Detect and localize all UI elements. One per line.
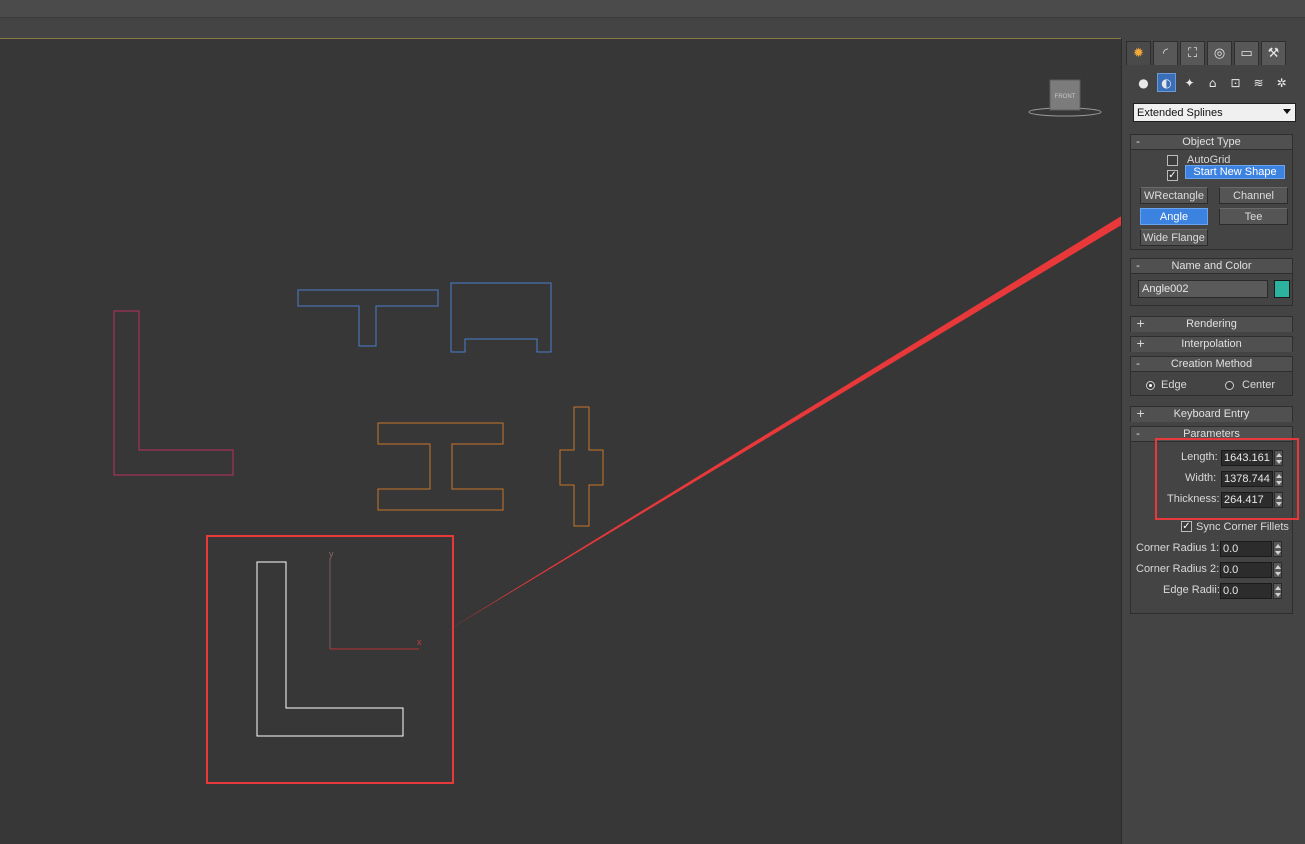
collapse-icon: - xyxy=(1136,357,1140,370)
object-type-title: Object Type xyxy=(1182,136,1241,148)
systems-icon[interactable]: ✲ xyxy=(1272,73,1291,92)
lights-icon[interactable]: ✦ xyxy=(1180,73,1199,92)
space-warps-icon[interactable]: ≋ xyxy=(1249,73,1268,92)
spinner-arrows-icon[interactable] xyxy=(1273,562,1282,578)
gizmo-y-label: y xyxy=(329,549,334,559)
wrectangle-button[interactable]: WRectangle xyxy=(1140,187,1208,204)
keyboard-entry-title: Keyboard Entry xyxy=(1173,408,1250,420)
collapse-icon: - xyxy=(1136,427,1140,440)
panel-tabs: ✹ ◜ ⛶ ◎ ▭ ⚒ xyxy=(1126,41,1286,65)
collapse-icon: - xyxy=(1136,259,1140,272)
annotation-arrow xyxy=(445,216,1121,632)
expand-icon: + xyxy=(1136,407,1146,420)
interpolation-title: Interpolation xyxy=(1181,338,1242,350)
rendering-rollout: + Rendering xyxy=(1130,316,1293,332)
expand-icon: + xyxy=(1136,337,1146,350)
keyboard-entry-rollout: + Keyboard Entry xyxy=(1130,406,1293,422)
tab-hierarchy[interactable]: ⛶ xyxy=(1180,41,1205,65)
corner-radius-2-label: Corner Radius 2: xyxy=(1136,563,1220,575)
top-toolbar xyxy=(0,0,1305,18)
center-radio[interactable] xyxy=(1225,381,1234,390)
rendering-title: Rendering xyxy=(1186,318,1237,330)
cross-shape[interactable] xyxy=(559,406,604,527)
command-panel: ✹ ◜ ⛶ ◎ ▭ ⚒ ● ◐ ✦ ⌂ ⊡ ≋ ✲ Extended Splin… xyxy=(1121,38,1305,844)
spinner-arrows-icon[interactable] xyxy=(1273,583,1282,599)
channel-button[interactable]: Channel xyxy=(1219,187,1288,204)
tab-motion[interactable]: ◎ xyxy=(1207,41,1232,65)
utilities-icon: ⚒ xyxy=(1267,46,1280,61)
corner-radius-1-label: Corner Radius 1: xyxy=(1136,542,1220,554)
front-viewport[interactable]: FRONT y x xyxy=(0,38,1121,844)
creation-method-header[interactable]: - Creation Method xyxy=(1131,357,1292,372)
collapse-icon: - xyxy=(1136,135,1140,148)
cameras-icon[interactable]: ⌂ xyxy=(1203,73,1222,92)
start-new-shape-button[interactable]: Start New Shape xyxy=(1185,165,1285,179)
shapes-icon[interactable]: ◐ xyxy=(1157,73,1176,92)
interpolation-rollout: + Interpolation xyxy=(1130,336,1293,352)
parameters-rollout: - Parameters Length: 1643.161 Width: 137… xyxy=(1130,426,1299,614)
object-type-rollout: - Object Type AutoGrid ✓ Start New Shape… xyxy=(1130,134,1293,250)
viewcube-label: FRONT xyxy=(1055,94,1076,100)
expand-icon: + xyxy=(1136,317,1146,330)
toolbar-gap xyxy=(0,18,1305,38)
keyboard-entry-header[interactable]: + Keyboard Entry xyxy=(1131,407,1292,422)
tab-display[interactable]: ▭ xyxy=(1234,41,1259,65)
tee-button[interactable]: Tee xyxy=(1219,208,1288,225)
channel-shape[interactable] xyxy=(450,282,552,353)
modify-icon: ◜ xyxy=(1162,46,1169,61)
corner-radius-1-value[interactable]: 0.0 xyxy=(1220,541,1272,557)
annotation-arrow-shaft xyxy=(445,216,1121,632)
name-and-color-title: Name and Color xyxy=(1171,260,1252,272)
edge-radii-label: Edge Radii: xyxy=(1163,584,1220,596)
edge-radii-value[interactable]: 0.0 xyxy=(1220,583,1272,599)
edge-radio[interactable] xyxy=(1146,381,1155,390)
autogrid-checkbox[interactable] xyxy=(1167,155,1178,166)
wide-flange-button[interactable]: Wide Flange xyxy=(1140,229,1208,246)
hierarchy-icon: ⛶ xyxy=(1187,46,1198,61)
corner-radius-2-value[interactable]: 0.0 xyxy=(1220,562,1272,578)
creation-method-title: Creation Method xyxy=(1170,358,1253,370)
angle-shape-crimson[interactable] xyxy=(113,310,234,476)
center-label: Center xyxy=(1242,379,1276,391)
spinner-arrows-icon[interactable] xyxy=(1273,541,1282,557)
create-icon: ✹ xyxy=(1133,46,1144,61)
sync-corner-fillets-checkbox[interactable]: ✓ xyxy=(1181,521,1192,532)
name-and-color-header[interactable]: - Name and Color xyxy=(1131,259,1292,274)
display-icon: ▭ xyxy=(1240,46,1253,61)
helpers-icon[interactable]: ⊡ xyxy=(1226,73,1245,92)
name-and-color-rollout: - Name and Color Angle002 xyxy=(1130,258,1293,306)
tee-shape[interactable] xyxy=(297,289,439,347)
object-type-header[interactable]: - Object Type xyxy=(1131,135,1292,150)
tab-modify[interactable]: ◜ xyxy=(1153,41,1178,65)
tab-utilities[interactable]: ⚒ xyxy=(1261,41,1286,65)
interpolation-header[interactable]: + Interpolation xyxy=(1131,337,1292,352)
viewcube[interactable]: FRONT xyxy=(1028,79,1102,117)
chevron-down-icon xyxy=(1283,109,1291,114)
rendering-header[interactable]: + Rendering xyxy=(1131,317,1292,332)
start-new-shape-checkbox[interactable]: ✓ xyxy=(1167,170,1178,181)
transform-gizmo[interactable]: y x xyxy=(329,549,422,650)
viewport-canvas[interactable]: FRONT y x xyxy=(0,39,1121,844)
motion-icon: ◎ xyxy=(1213,46,1226,61)
creation-method-rollout: - Creation Method Edge Center xyxy=(1130,356,1293,396)
wide-flange-shape[interactable] xyxy=(377,422,504,511)
object-color-swatch[interactable] xyxy=(1274,280,1290,298)
shape-type-dropdown[interactable]: Extended Splines xyxy=(1133,103,1296,122)
edge-label: Edge xyxy=(1161,379,1187,391)
object-name-field[interactable]: Angle002 xyxy=(1138,280,1268,298)
sync-corner-fillets-label: Sync Corner Fillets xyxy=(1196,521,1289,533)
category-buttons: ● ◐ ✦ ⌂ ⊡ ≋ ✲ xyxy=(1134,73,1291,92)
annotation-box-parameters xyxy=(1155,438,1299,520)
angle-button[interactable]: Angle xyxy=(1140,208,1208,225)
tab-create[interactable]: ✹ xyxy=(1126,41,1151,65)
geometry-icon[interactable]: ● xyxy=(1134,73,1153,92)
shape-type-value: Extended Splines xyxy=(1137,106,1223,119)
gizmo-x-label: x xyxy=(417,637,422,647)
